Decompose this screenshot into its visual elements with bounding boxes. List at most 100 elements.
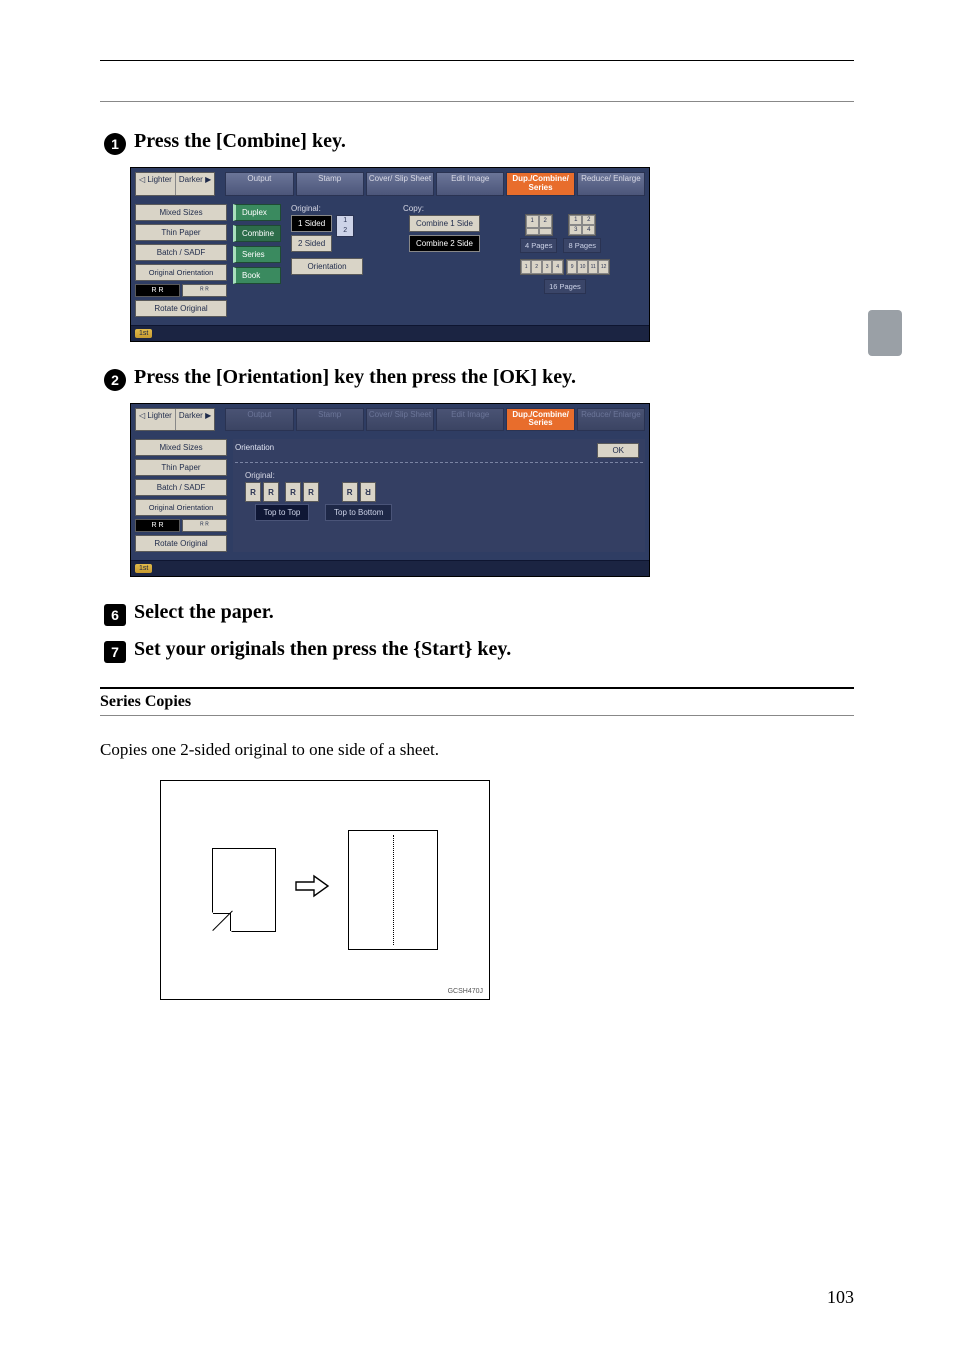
book-mode-btn[interactable]: Book xyxy=(233,267,281,284)
copier-panel-combine: ◁ Lighter Darker ▶ Output Stamp Cover/ S… xyxy=(130,167,650,342)
tab-output[interactable]: Output xyxy=(225,172,293,196)
tt-icon-1: R xyxy=(245,482,261,502)
tab-dup-combine-series[interactable]: Dup./Combine/ Series xyxy=(506,172,574,196)
combine-mode-btn[interactable]: Combine xyxy=(233,225,281,242)
tab2-reduce[interactable]: Reduce/ Enlarge xyxy=(577,408,645,432)
8pages-icon[interactable]: 1234 xyxy=(568,214,596,236)
chapter-tab xyxy=(868,310,902,356)
rotate-original-btn[interactable]: Rotate Original xyxy=(135,300,227,317)
panel2-footer: 1st xyxy=(131,560,649,576)
8pages-label[interactable]: 8 Pages xyxy=(563,238,601,253)
tt-icon-4: R xyxy=(303,482,319,502)
step-1: 1 Press the [Combine] key. xyxy=(104,130,854,153)
rotate-original-btn-2[interactable]: Rotate Original xyxy=(135,535,227,552)
landscape-r-icon-2[interactable]: ᴿ ᴿ xyxy=(182,519,227,532)
panel2-tabs: Output Stamp Cover/ Slip Sheet Edit Imag… xyxy=(225,408,645,432)
step-7-bullet: 7 xyxy=(104,641,126,663)
step-6-bullet: 6 xyxy=(104,604,126,626)
copier-panel-orientation: ◁ Lighter Darker ▶ Output Stamp Cover/ S… xyxy=(130,403,650,578)
step-6-text: Select the paper. xyxy=(134,601,274,624)
series-diagram: GCSH470J xyxy=(160,780,490,1000)
diagram-original-page xyxy=(212,848,276,932)
tab-stamp[interactable]: Stamp xyxy=(296,172,364,196)
tab2-output[interactable]: Output xyxy=(225,408,293,432)
tab2-edit[interactable]: Edit Image xyxy=(436,408,504,432)
mixed-sizes-btn-2[interactable]: Mixed Sizes xyxy=(135,439,227,456)
step-1-text: Press the [Combine] key. xyxy=(134,130,346,153)
combine-1side-btn[interactable]: Combine 1 Side xyxy=(409,215,480,232)
duplex-mode-btn[interactable]: Duplex xyxy=(233,204,281,221)
dashed-rule xyxy=(235,462,643,463)
panel1-footer: 1st xyxy=(131,325,649,341)
4pages-icon[interactable]: 12 xyxy=(525,214,553,236)
orientation-title: Orientation xyxy=(235,443,274,452)
darker-btn[interactable]: Darker ▶ xyxy=(176,173,214,195)
original-label: Original: xyxy=(291,204,363,213)
top-to-bottom-btn[interactable]: Top to Bottom xyxy=(325,504,392,521)
footer-1st-label: 1st xyxy=(135,329,152,338)
series-desc: Copies one 2-sided original to one side … xyxy=(100,740,854,760)
arrow-icon xyxy=(294,874,330,906)
panel2-left-col: Mixed Sizes Thin Paper Batch / SADF Orig… xyxy=(135,439,227,552)
tab-reduce-enlarge[interactable]: Reduce/ Enlarge xyxy=(577,172,645,196)
batch-sadf-btn-2[interactable]: Batch / SADF xyxy=(135,479,227,496)
panel1-tabs: Output Stamp Cover/ Slip Sheet Edit Imag… xyxy=(225,172,645,196)
panel1-right: Duplex Combine Series Book Original: 1 S… xyxy=(233,204,645,317)
step-2-bullet: 2 xyxy=(104,369,126,391)
dup-12-icon: 12 xyxy=(336,215,354,237)
step-2-text: Press the [Orientation] key then press t… xyxy=(134,366,576,389)
series-title: Series Copies xyxy=(100,693,854,711)
header-rule xyxy=(100,60,854,61)
portrait-r-icon-2[interactable]: R R xyxy=(135,519,180,532)
tab-edit-image[interactable]: Edit Image xyxy=(436,172,504,196)
diagram-output-page xyxy=(348,830,438,950)
footer-1st-label-2: 1st xyxy=(135,564,152,573)
series-mode-btn[interactable]: Series xyxy=(233,246,281,263)
lighter-btn-2[interactable]: ◁ Lighter xyxy=(136,409,176,431)
orig-1sided-btn[interactable]: 1 Sided xyxy=(291,215,332,232)
tab-cover-slip[interactable]: Cover/ Slip Sheet xyxy=(366,172,434,196)
lighten-darken-2[interactable]: ◁ Lighter Darker ▶ xyxy=(135,408,215,432)
darker-btn-2[interactable]: Darker ▶ xyxy=(176,409,214,431)
panel1-left-col: Mixed Sizes Thin Paper Batch / SADF Orig… xyxy=(135,204,227,317)
tt-icon-3: R xyxy=(285,482,301,502)
16pages-label[interactable]: 16 Pages xyxy=(544,279,586,294)
4pages-label[interactable]: 4 Pages xyxy=(520,238,558,253)
tab2-cover[interactable]: Cover/ Slip Sheet xyxy=(366,408,434,432)
combine-2side-btn[interactable]: Combine 2 Side xyxy=(409,235,480,252)
step-7: 7 Set your originals then press the {Sta… xyxy=(104,638,854,661)
orig-orient-btn-2[interactable]: Original Orientation xyxy=(135,499,227,516)
batch-sadf-btn[interactable]: Batch / SADF xyxy=(135,244,227,261)
step-1-bullet: 1 xyxy=(104,133,126,155)
page-number: 103 xyxy=(827,1287,854,1308)
panel-1-wrap: ◁ Lighter Darker ▶ Output Stamp Cover/ S… xyxy=(130,167,854,342)
tab2-dup[interactable]: Dup./Combine/ Series xyxy=(506,408,574,432)
tb-icon-1: R xyxy=(342,482,358,502)
step-6: 6 Select the paper. xyxy=(104,601,854,624)
tab2-stamp[interactable]: Stamp xyxy=(296,408,364,432)
original-orientation-btn[interactable]: Original Orientation xyxy=(135,264,227,281)
top-to-bottom-icons: R R xyxy=(342,482,376,502)
diagram-id: GCSH470J xyxy=(448,988,483,995)
series-sub-rule xyxy=(100,715,854,716)
landscape-r-icon[interactable]: ᴿ ᴿ xyxy=(182,284,227,297)
original-label-2: Original: xyxy=(233,471,645,480)
orient-icon-row: R R ᴿ ᴿ xyxy=(135,284,227,297)
tb-icon-2: R xyxy=(360,482,376,502)
portrait-r-icon[interactable]: R R xyxy=(135,284,180,297)
mixed-sizes-btn[interactable]: Mixed Sizes xyxy=(135,204,227,221)
step-7-text: Set your originals then press the {Start… xyxy=(134,638,511,661)
16pages-icon-b[interactable]: 9101112 xyxy=(566,259,610,275)
lighter-btn[interactable]: ◁ Lighter xyxy=(136,173,176,195)
copy-label: Copy: xyxy=(403,204,480,213)
orig-2sided-btn[interactable]: 2 Sided xyxy=(291,235,332,252)
16pages-icon-a[interactable]: 1234 xyxy=(520,259,564,275)
panel-2-wrap: ◁ Lighter Darker ▶ Output Stamp Cover/ S… xyxy=(130,403,854,578)
thin-paper-btn-2[interactable]: Thin Paper xyxy=(135,459,227,476)
lighten-darken[interactable]: ◁ Lighter Darker ▶ xyxy=(135,172,215,196)
top-to-top-btn[interactable]: Top to Top xyxy=(255,504,310,521)
thin-paper-btn[interactable]: Thin Paper xyxy=(135,224,227,241)
ok-button[interactable]: OK xyxy=(597,443,639,458)
orientation-subbtn[interactable]: Orientation xyxy=(291,258,363,275)
step-2: 2 Press the [Orientation] key then press… xyxy=(104,366,854,389)
